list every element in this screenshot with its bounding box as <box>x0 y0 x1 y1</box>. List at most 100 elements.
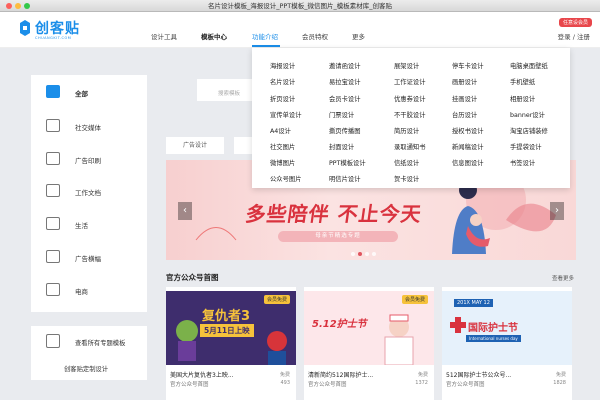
menu-item[interactable]: 书签设计 <box>510 158 535 167</box>
menu-item[interactable]: 微博图片 <box>270 158 295 167</box>
sidebar-item-banner[interactable]: 广告横幅 <box>31 240 147 273</box>
sidebar-item-all[interactable]: 全部 <box>31 75 147 108</box>
nav-template-center[interactable]: 模板中心 <box>201 31 227 41</box>
menu-item[interactable]: 会员卡设计 <box>329 94 360 103</box>
vip-badge[interactable]: 任意设会员 <box>558 18 592 27</box>
sidebar-item-print[interactable]: 广告印刷 <box>31 142 147 175</box>
menu-item[interactable]: 邀请函设计 <box>329 61 360 70</box>
minimize-window-button[interactable] <box>15 3 21 9</box>
sidebar-item-life[interactable]: 生活 <box>31 207 147 240</box>
menu-item[interactable]: 门票设计 <box>329 110 354 119</box>
nav-features[interactable]: 功能介绍 <box>252 31 278 41</box>
menu-item[interactable]: 相册设计 <box>510 94 535 103</box>
sidebar-item-label: 社交媒体 <box>75 124 101 132</box>
menu-item[interactable]: 停车卡设计 <box>452 61 483 70</box>
social-icon <box>46 119 60 132</box>
menu-item[interactable]: 信息图设计 <box>452 158 483 167</box>
sidebar-item-label: 全部 <box>75 90 88 98</box>
sidebar-item-ecommerce[interactable]: 电商 <box>31 273 147 306</box>
menu-item[interactable]: 公众号图片 <box>270 174 301 183</box>
template-thumbnail: 201X MAY 12 国际护士节 International nurses d… <box>442 291 572 365</box>
thumbnail-title: 复仇者3 <box>202 309 251 324</box>
nurse-illustration <box>384 314 414 365</box>
menu-item[interactable]: 简历设计 <box>394 126 419 135</box>
chip-partial[interactable] <box>234 137 252 154</box>
banner-dot-active[interactable] <box>358 252 362 256</box>
chip-ad-design[interactable]: 广告设计 <box>166 137 224 154</box>
menu-item[interactable]: 海报设计 <box>270 61 295 70</box>
document-icon <box>46 184 60 197</box>
menu-item[interactable]: 工作证设计 <box>394 77 425 86</box>
nav-more[interactable]: 更多 <box>352 31 365 41</box>
shop-icon <box>46 283 60 296</box>
template-card[interactable]: 201X MAY 12 国际护士节 International nurses d… <box>442 287 572 400</box>
thumbnail-title: 5.12护士节 <box>312 319 367 330</box>
menu-item[interactable]: banner设计 <box>510 110 545 119</box>
template-card[interactable]: 会员免费 5.12护士节 清新简约512国际护士... 官方公众号首图 免费 1… <box>304 287 434 400</box>
menu-item[interactable]: 撕页传播图 <box>329 126 360 135</box>
view-more-link[interactable]: 查看更多 <box>552 274 574 282</box>
search-placeholder: 搜索模板 <box>218 91 241 97</box>
card-price: 免费 <box>417 372 428 378</box>
banner-icon <box>46 250 60 263</box>
menu-item[interactable]: 淘宝店铺装修 <box>510 126 548 135</box>
all-topic-templates-link[interactable]: 查看所有专题模板 <box>75 338 125 347</box>
custom-design-link[interactable]: 创客贴定制设计 <box>64 364 108 373</box>
menu-item[interactable]: PPT模板设计 <box>329 158 366 167</box>
menu-item[interactable]: 宣传单设计 <box>270 110 301 119</box>
menu-item[interactable]: 挂画设计 <box>452 94 477 103</box>
cross-icon <box>450 317 466 333</box>
member-free-tag: 会员免费 <box>263 295 290 304</box>
menu-item[interactable]: 明信片设计 <box>329 174 360 183</box>
banner-subline: 母亲节精选专题 <box>278 231 398 242</box>
close-window-button[interactable] <box>6 3 12 9</box>
menu-item[interactable]: 名片设计 <box>270 77 295 86</box>
menu-item[interactable]: A4设计 <box>270 126 291 135</box>
login-register-link[interactable]: 登录 / 注册 <box>558 31 590 41</box>
menu-item[interactable]: 授权书设计 <box>452 126 483 135</box>
window-title: 名片设计模板_海报设计_PPT模板_微信图片_模板素材库_创客贴 <box>207 2 393 10</box>
topic-templates-box: 查看所有专题模板 创客贴定制设计 <box>31 326 147 380</box>
site-logo[interactable]: 创客贴 CHUANGKIT.COM <box>18 17 98 43</box>
sidebar-item-social[interactable]: 社交媒体 <box>31 109 147 142</box>
banner-prev-arrow[interactable]: ‹ <box>178 202 192 220</box>
menu-item[interactable]: 优惠券设计 <box>394 94 425 103</box>
menu-item[interactable]: 贺卡设计 <box>394 174 419 183</box>
date-tag: 201X MAY 12 <box>454 299 493 307</box>
menu-item[interactable]: 折页设计 <box>270 94 295 103</box>
banner-dot[interactable] <box>351 252 355 256</box>
zoom-window-button[interactable] <box>24 3 30 9</box>
banner-dot[interactable] <box>372 252 376 256</box>
banner-next-arrow[interactable]: › <box>550 202 564 220</box>
menu-item[interactable]: 手机壁纸 <box>510 77 535 86</box>
menu-item[interactable]: 不干胶设计 <box>394 110 425 119</box>
menu-item[interactable]: 画册设计 <box>452 77 477 86</box>
card-views: 493 <box>280 380 290 386</box>
sidebar-item-documents[interactable]: 工作文档 <box>31 174 147 207</box>
menu-item[interactable]: 台历设计 <box>452 110 477 119</box>
banner-dot[interactable] <box>365 252 369 256</box>
window-titlebar: 名片设计模板_海报设计_PPT模板_微信图片_模板素材库_创客贴 <box>0 0 600 12</box>
menu-item[interactable]: 手提袋设计 <box>510 142 541 151</box>
menu-item[interactable]: 封面设计 <box>329 142 354 151</box>
menu-item[interactable]: 录取通知书 <box>394 142 425 151</box>
menu-item[interactable]: 新闻稿设计 <box>452 142 483 151</box>
section-title: 官方公众号首图 <box>166 273 219 282</box>
features-dropdown-menu: 海报设计 名片设计 折页设计 宣传单设计 A4设计 社交图片 微博图片 公众号图… <box>252 48 570 188</box>
card-title: 512国际护士节公众号... <box>446 372 512 379</box>
menu-item[interactable]: 易拉宝设计 <box>329 77 360 86</box>
menu-item[interactable]: 社交图片 <box>270 142 295 151</box>
menu-item[interactable]: 信纸设计 <box>394 158 419 167</box>
menu-item[interactable]: 展架设计 <box>394 61 419 70</box>
life-icon <box>46 217 60 230</box>
card-price: 免费 <box>555 372 566 378</box>
thumbnail-subtitle: 5月11日上映 <box>200 324 254 337</box>
card-title: 美国大片复仇者3上映... <box>170 372 234 379</box>
card-category: 官方公众号首图 <box>446 382 485 388</box>
nav-design-tools[interactable]: 设计工具 <box>151 31 177 41</box>
menu-item[interactable]: 电脑桌面壁纸 <box>510 61 548 70</box>
template-card[interactable]: 会员免费 复仇者3 5月11日上映 美国大片复仇者3上映... 官方公众号首图 … <box>166 287 296 400</box>
thumbnail-subtitle: International nurses day <box>466 335 521 342</box>
card-views: 1372 <box>415 380 428 386</box>
nav-vip[interactable]: 会员特权 <box>302 31 328 41</box>
